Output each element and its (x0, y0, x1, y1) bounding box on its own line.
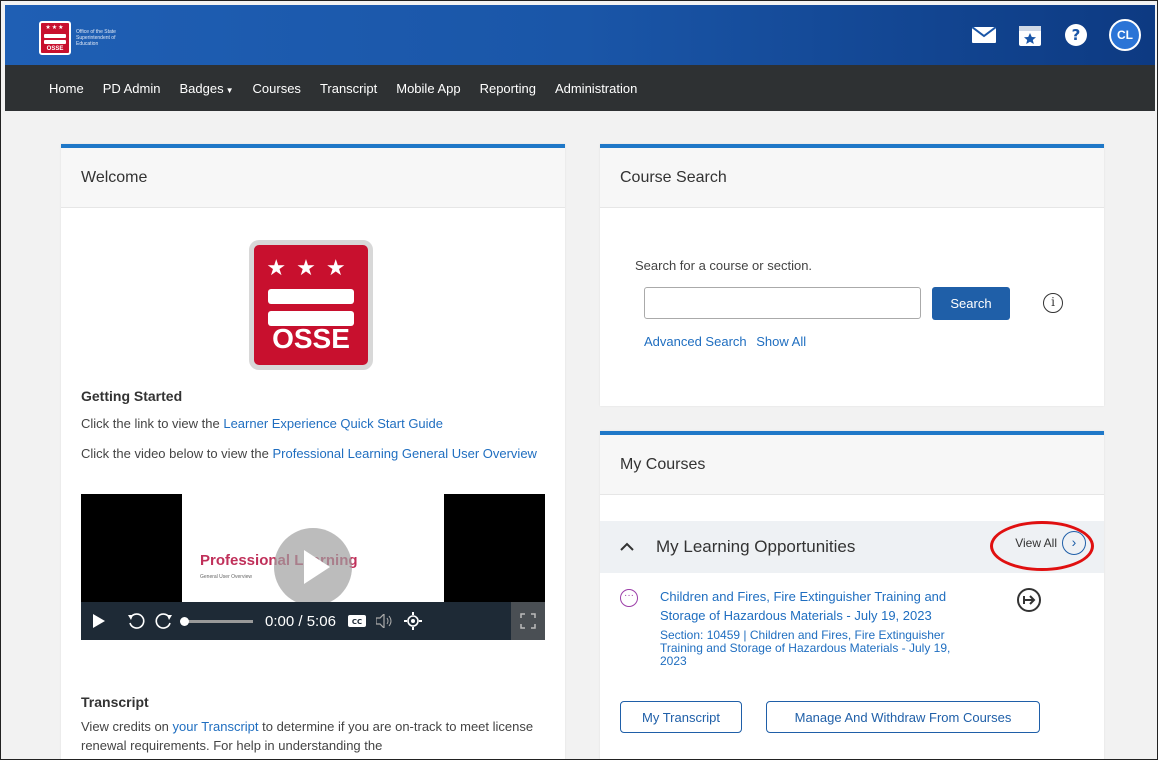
captions-icon[interactable]: CC (347, 615, 366, 627)
settings-gear-icon[interactable] (403, 612, 422, 630)
page-frame: ★★★ OSSE Office of the State Superintend… (0, 0, 1158, 760)
video-time-separator: / (298, 612, 303, 630)
stars-icon: ★★★ (266, 255, 356, 280)
video-controls: 0:00 / 5:06 CC (81, 602, 545, 640)
osse-logo-mark: ★★★ OSSE (39, 21, 71, 55)
course-title-link[interactable]: Children and Fires, Fire Extinguisher Tr… (660, 587, 980, 625)
learning-opportunities-title: My Learning Opportunities (656, 537, 856, 556)
course-search-title: Course Search (600, 148, 1104, 208)
overview-prefix: Click the video below to view the (81, 446, 273, 461)
video-current-time: 0:00 (265, 612, 295, 630)
user-avatar[interactable]: CL (1109, 19, 1141, 51)
search-button[interactable]: Search (932, 287, 1010, 320)
calendar-star-icon[interactable] (1017, 22, 1043, 48)
nav-item-mobile-app[interactable]: Mobile App (396, 81, 460, 96)
nav-item-reporting[interactable]: Reporting (480, 81, 536, 96)
large-logo-text: OSSE (272, 323, 350, 354)
my-courses-title: My Courses (600, 435, 1104, 495)
in-progress-icon: ··· (620, 589, 638, 607)
transcript-heading: Transcript (81, 694, 149, 710)
logo-mark-text: OSSE (46, 46, 64, 52)
transcript-prefix: View credits on (81, 719, 173, 734)
help-icon[interactable]: ? (1063, 22, 1089, 48)
your-transcript-link[interactable]: your Transcript (173, 719, 259, 734)
play-icon[interactable] (93, 614, 105, 628)
course-search-card: Course Search Search for a course or sec… (600, 144, 1104, 406)
highlight-annotation (990, 521, 1094, 571)
nav-item-administration[interactable]: Administration (555, 81, 637, 96)
volume-icon[interactable] (375, 614, 394, 628)
quick-start-line: Click the link to view the Learner Exper… (81, 414, 443, 433)
nav-item-badges-label: Badges (179, 80, 224, 96)
video-progress-bar[interactable] (180, 616, 253, 626)
search-links: Advanced Search Show All (644, 334, 806, 349)
course-search-input[interactable] (644, 287, 921, 319)
quick-start-guide-link[interactable]: Learner Experience Quick Start Guide (223, 416, 443, 431)
osse-large-logo: ★★★ OSSE (249, 240, 373, 370)
video-time: 0:00 / 5:06 (265, 613, 336, 630)
logo-agency-name: Office of the State Superintendent of Ed… (76, 29, 116, 47)
overview-line: Click the video below to view the Profes… (81, 444, 541, 463)
show-all-link[interactable]: Show All (756, 334, 806, 349)
video-player[interactable]: Professional Learning General User Overv… (81, 494, 545, 640)
manage-withdraw-button[interactable]: Manage And Withdraw From Courses (766, 701, 1040, 733)
fullscreen-icon[interactable] (511, 602, 545, 640)
nav-item-transcript[interactable]: Transcript (320, 81, 377, 96)
nav-item-badges[interactable]: Badges ▼ (180, 81, 234, 96)
welcome-title: Welcome (61, 148, 565, 208)
advanced-search-link[interactable]: Advanced Search (644, 334, 747, 349)
main-nav: Home PD Admin Badges ▼ Courses Transcript… (5, 65, 1155, 111)
nav-item-courses[interactable]: Courses (253, 81, 301, 96)
forward-icon[interactable] (155, 612, 173, 630)
my-courses-card: My Courses My Learning Opportunities Vie… (600, 431, 1104, 759)
play-overlay-button[interactable] (274, 528, 352, 606)
mail-icon[interactable] (971, 22, 997, 48)
quick-start-prefix: Click the link to view the (81, 416, 224, 431)
my-transcript-button[interactable]: My Transcript (620, 701, 742, 733)
getting-started-heading: Getting Started (81, 388, 183, 404)
launch-course-icon[interactable] (1016, 587, 1042, 613)
video-slide-subtitle: General User Overview (200, 574, 252, 580)
search-label: Search for a course or section. (635, 258, 813, 273)
svg-text:?: ? (1072, 26, 1081, 44)
course-section-link[interactable]: Section: 10459 | Children and Fires, Fir… (660, 629, 980, 668)
rewind-icon[interactable] (127, 612, 145, 630)
video-duration: 5:06 (306, 612, 336, 630)
transcript-text: View credits on your Transcript to deter… (81, 717, 551, 755)
video-slide: Professional Learning General User Overv… (182, 494, 444, 606)
nav-item-home[interactable]: Home (49, 81, 84, 96)
osse-logo[interactable]: ★★★ OSSE Office of the State Superintend… (39, 21, 136, 55)
top-header: ★★★ OSSE Office of the State Superintend… (5, 5, 1155, 65)
welcome-card: Welcome ★★★ OSSE Getting Started Click t… (61, 144, 565, 759)
general-user-overview-link[interactable]: Professional Learning General User Overv… (272, 446, 536, 461)
nav-item-pd-admin[interactable]: PD Admin (103, 81, 161, 96)
chevron-up-icon[interactable] (620, 539, 634, 555)
info-icon[interactable]: i (1043, 293, 1063, 313)
svg-text:CC: CC (352, 618, 362, 626)
caret-down-icon: ▼ (225, 85, 234, 95)
